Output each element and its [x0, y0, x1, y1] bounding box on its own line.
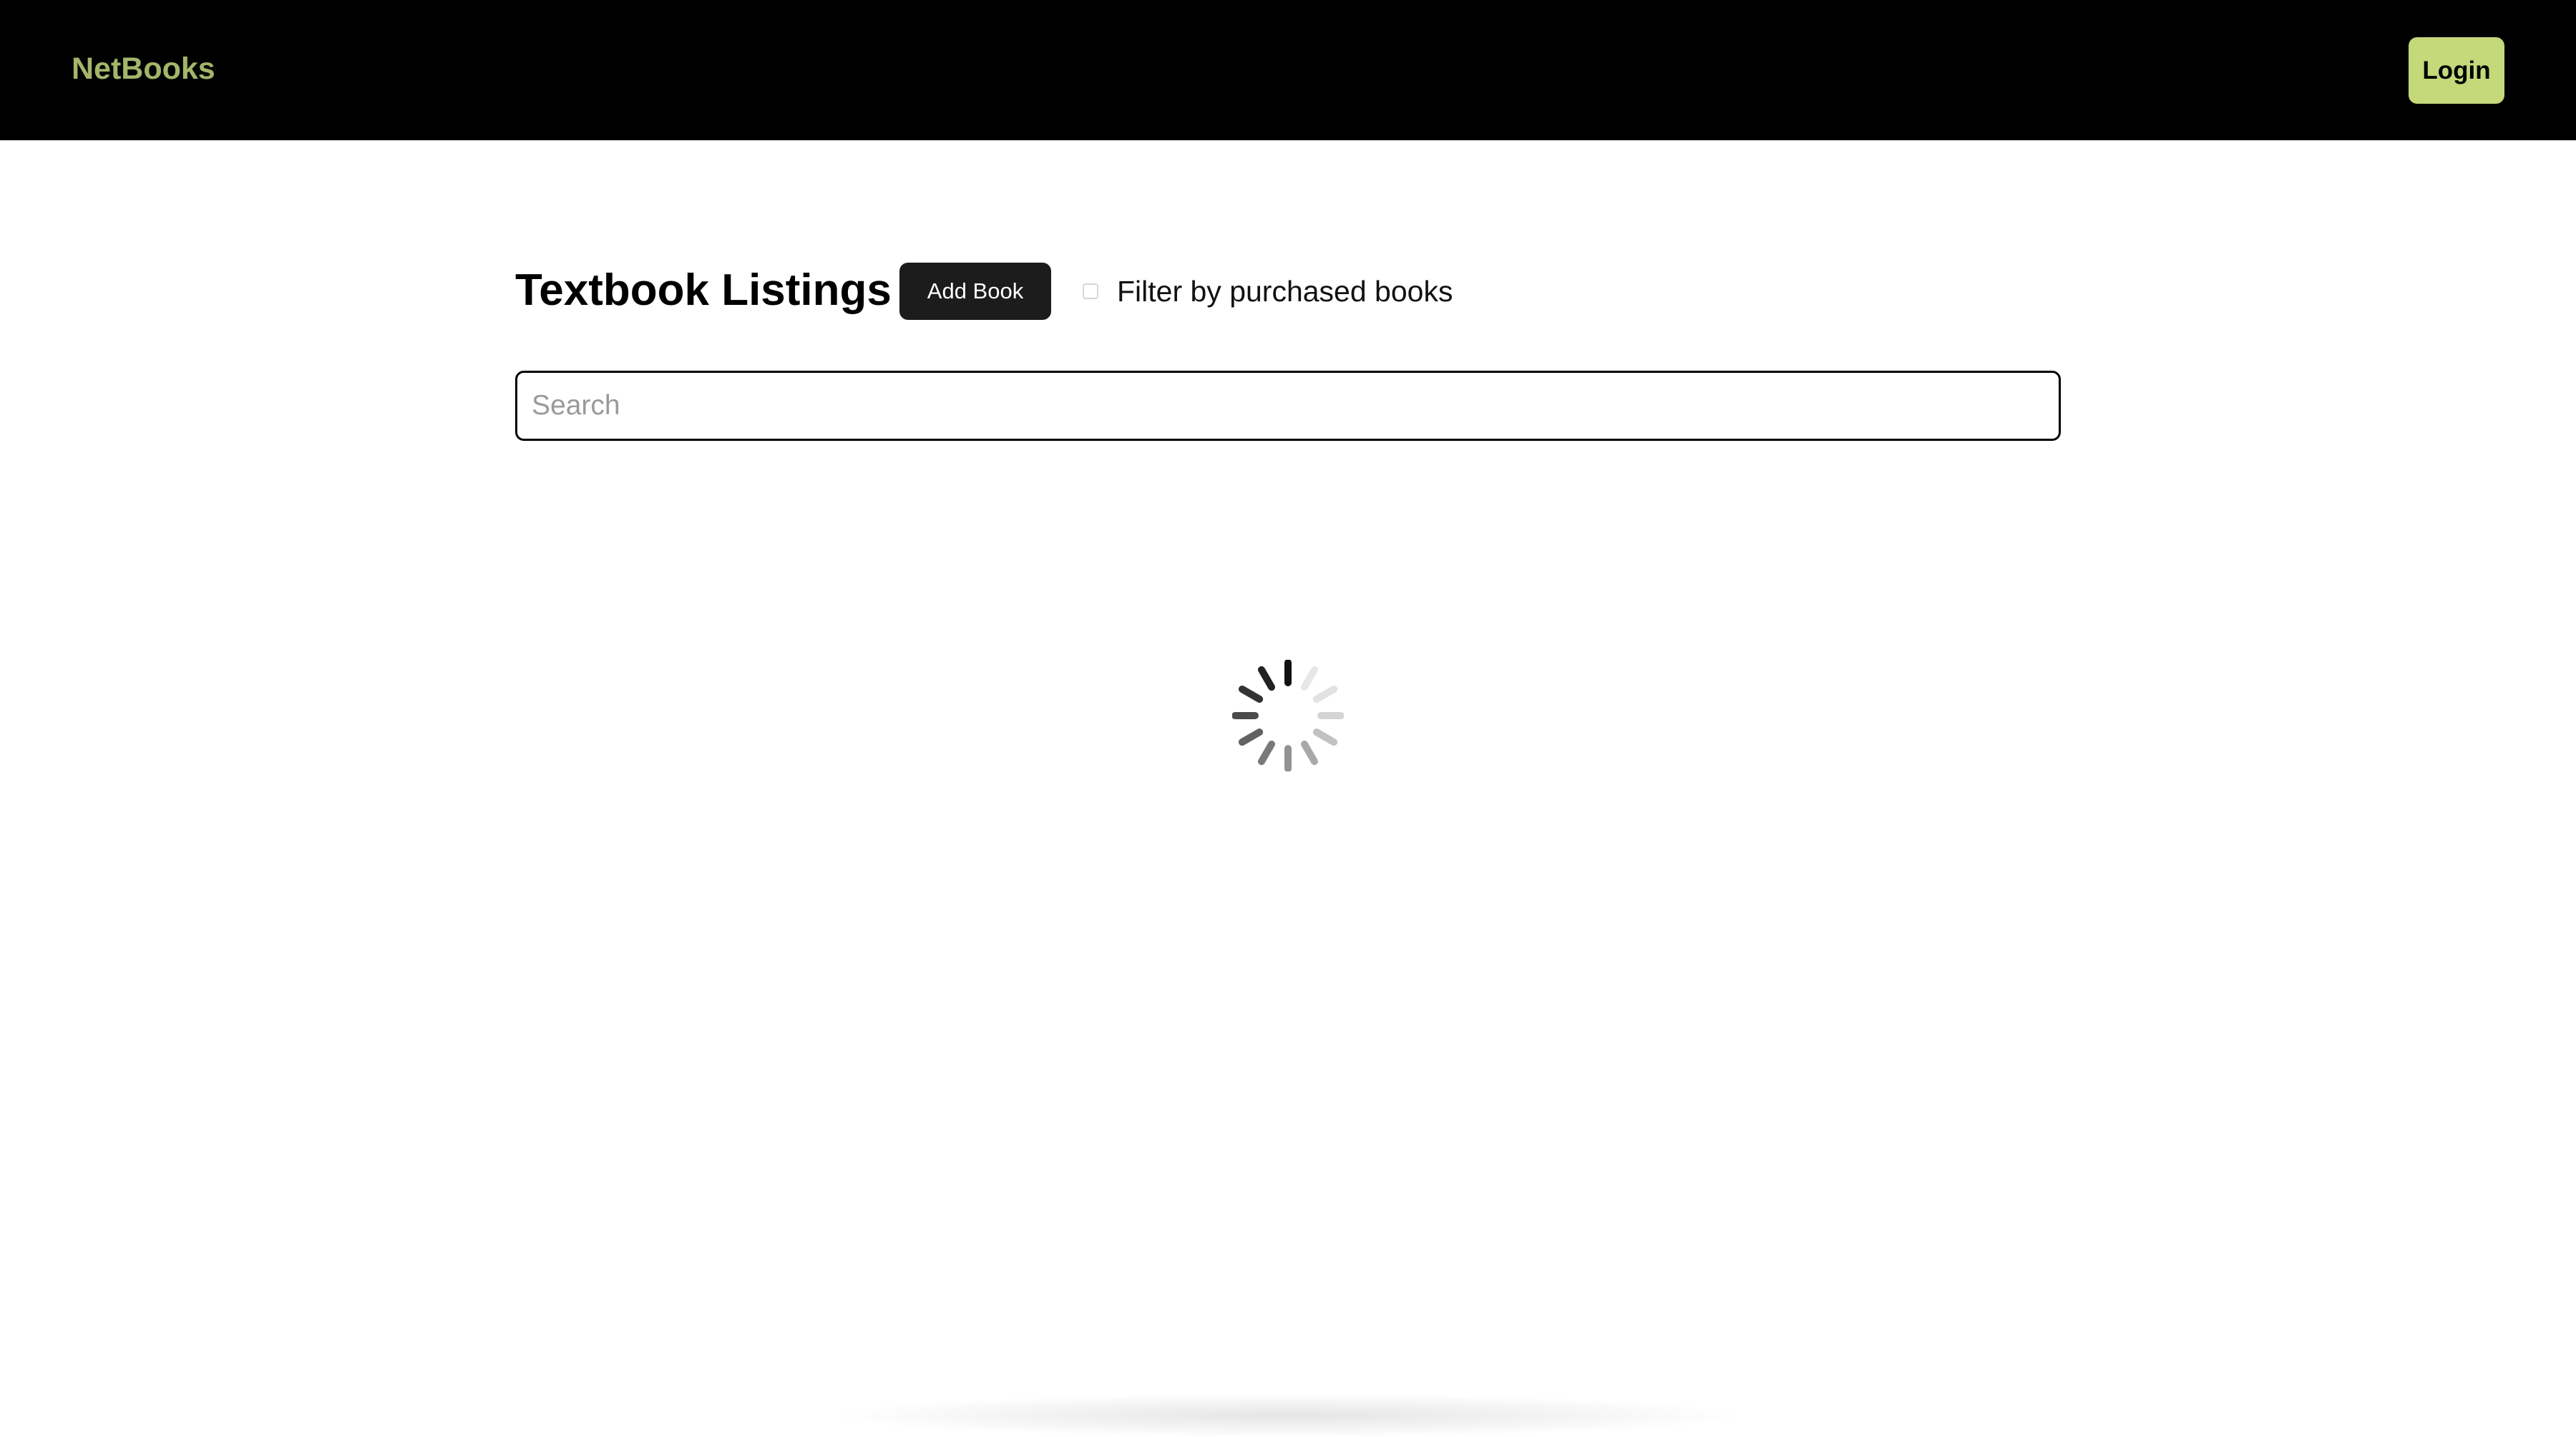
search-input[interactable]	[515, 371, 2061, 441]
spinner-spokes	[1232, 660, 1344, 771]
brand-logo-text[interactable]: NetBooks	[72, 49, 215, 89]
loading-spinner-icon	[1232, 660, 1344, 771]
filter-purchased-label[interactable]: Filter by purchased books	[1117, 272, 1453, 311]
add-book-button[interactable]: Add Book	[899, 263, 1051, 320]
spinner-spoke	[1301, 740, 1318, 766]
spinner-spoke	[1258, 666, 1275, 691]
spinner-spoke	[1258, 740, 1275, 766]
page-title: Textbook Listings	[515, 266, 892, 315]
spinner-spoke	[1312, 686, 1338, 703]
login-button[interactable]: Login	[2409, 37, 2504, 104]
filter-purchased-checkbox[interactable]	[1083, 283, 1098, 299]
spinner-spoke	[1312, 729, 1338, 746]
spinner-spoke	[1301, 666, 1318, 691]
spinner-spoke	[1238, 686, 1264, 703]
spinner-spoke	[1238, 729, 1264, 746]
bottom-shadow	[837, 1394, 1739, 1437]
top-navbar: NetBooks Login	[0, 0, 2576, 140]
